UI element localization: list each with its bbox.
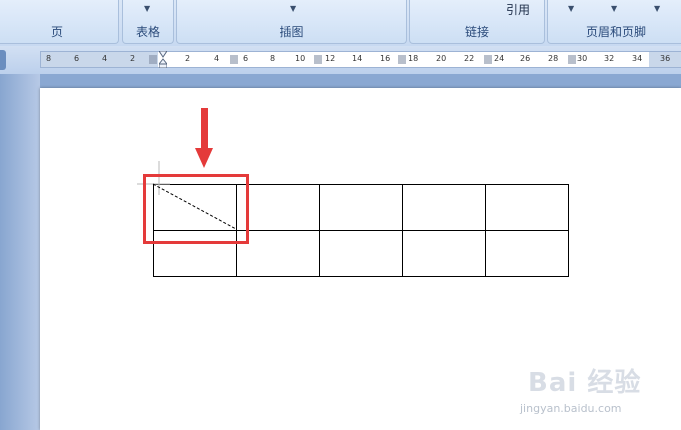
- watermark: Bai 经验 jingyan.baidu.com: [520, 362, 660, 422]
- cross-reference-button[interactable]: 引用: [506, 1, 530, 18]
- ruler-margin-left: [41, 52, 158, 67]
- ruler-tick: 36: [660, 54, 671, 63]
- column-marker-icon[interactable]: [314, 55, 322, 64]
- ruler-tick: 14: [352, 54, 363, 63]
- ruler-tick: 30: [577, 54, 588, 63]
- ruler-tick: 2: [185, 54, 191, 63]
- ribbon-group-pages[interactable]: 页: [0, 0, 119, 44]
- column-marker-icon[interactable]: [149, 55, 157, 64]
- ruler-tick: 32: [604, 54, 615, 63]
- column-marker-icon[interactable]: [398, 55, 406, 64]
- ribbon-group-header-footer[interactable]: ▼ ▼ ▼ 页眉和页脚: [547, 0, 681, 44]
- ruler-tick: 8: [46, 54, 52, 63]
- table-cell[interactable]: [485, 230, 569, 277]
- ruler-tick: 10: [295, 54, 306, 63]
- ruler-tick: 4: [102, 54, 108, 63]
- ruler-tick: 18: [408, 54, 419, 63]
- dropdown-arrow-icon[interactable]: ▼: [144, 4, 150, 13]
- ruler-tick: 26: [520, 54, 531, 63]
- ruler-tick: 8: [270, 54, 276, 63]
- column-marker-icon[interactable]: [230, 55, 238, 64]
- ruler-tick: 22: [464, 54, 475, 63]
- group-label-tables: 表格: [135, 25, 160, 39]
- footer-dropdown-icon[interactable]: ▼: [611, 4, 617, 13]
- table-cell[interactable]: [319, 230, 403, 277]
- group-label-pages: 页: [50, 25, 63, 39]
- group-label-header-footer: 页眉和页脚: [585, 25, 646, 39]
- table-cell[interactable]: [402, 230, 486, 277]
- ribbon: 页 ▼ 表格 ▼ 插图 引用 链接 ▼ ▼ ▼ 页眉和页脚: [0, 0, 681, 47]
- table-cell[interactable]: [402, 184, 486, 231]
- ribbon-group-tables[interactable]: ▼ 表格: [122, 0, 174, 44]
- column-marker-icon[interactable]: [568, 55, 576, 64]
- column-marker-icon[interactable]: [484, 55, 492, 64]
- ruler-tick: 12: [325, 54, 336, 63]
- ruler-tick: 4: [214, 54, 220, 63]
- dropdown-arrow-icon[interactable]: ▼: [290, 4, 296, 13]
- table-cell[interactable]: [485, 184, 569, 231]
- ruler-tick: 24: [494, 54, 505, 63]
- ruler-tick: 6: [243, 54, 249, 63]
- ribbon-group-illustrations[interactable]: ▼ 插图: [176, 0, 407, 44]
- horizontal-ruler[interactable]: 8 6 4 2 2 4 6 8 10 12 14 16 18 20 22 24 …: [40, 51, 681, 68]
- group-label-links: 链接: [464, 25, 489, 39]
- ruler-tick: 34: [632, 54, 643, 63]
- ruler-tick: 28: [548, 54, 559, 63]
- page-number-dropdown-icon[interactable]: ▼: [654, 4, 660, 13]
- highlight-box: [143, 174, 249, 244]
- watermark-url: jingyan.baidu.com: [520, 402, 622, 415]
- ruler-tick: 16: [380, 54, 391, 63]
- tab-selector[interactable]: [0, 50, 6, 70]
- ruler-tick: 20: [436, 54, 447, 63]
- ruler-tick: 2: [130, 54, 136, 63]
- ruler-tick: 6: [74, 54, 80, 63]
- ribbon-group-links[interactable]: 引用 链接: [409, 0, 545, 44]
- table-cell[interactable]: [319, 184, 403, 231]
- indent-marker-icon[interactable]: [159, 51, 167, 68]
- watermark-logo: Bai 经验: [528, 368, 642, 398]
- group-label-illustrations: 插图: [279, 25, 304, 39]
- header-dropdown-icon[interactable]: ▼: [568, 4, 574, 13]
- vertical-ruler-area: [0, 74, 40, 430]
